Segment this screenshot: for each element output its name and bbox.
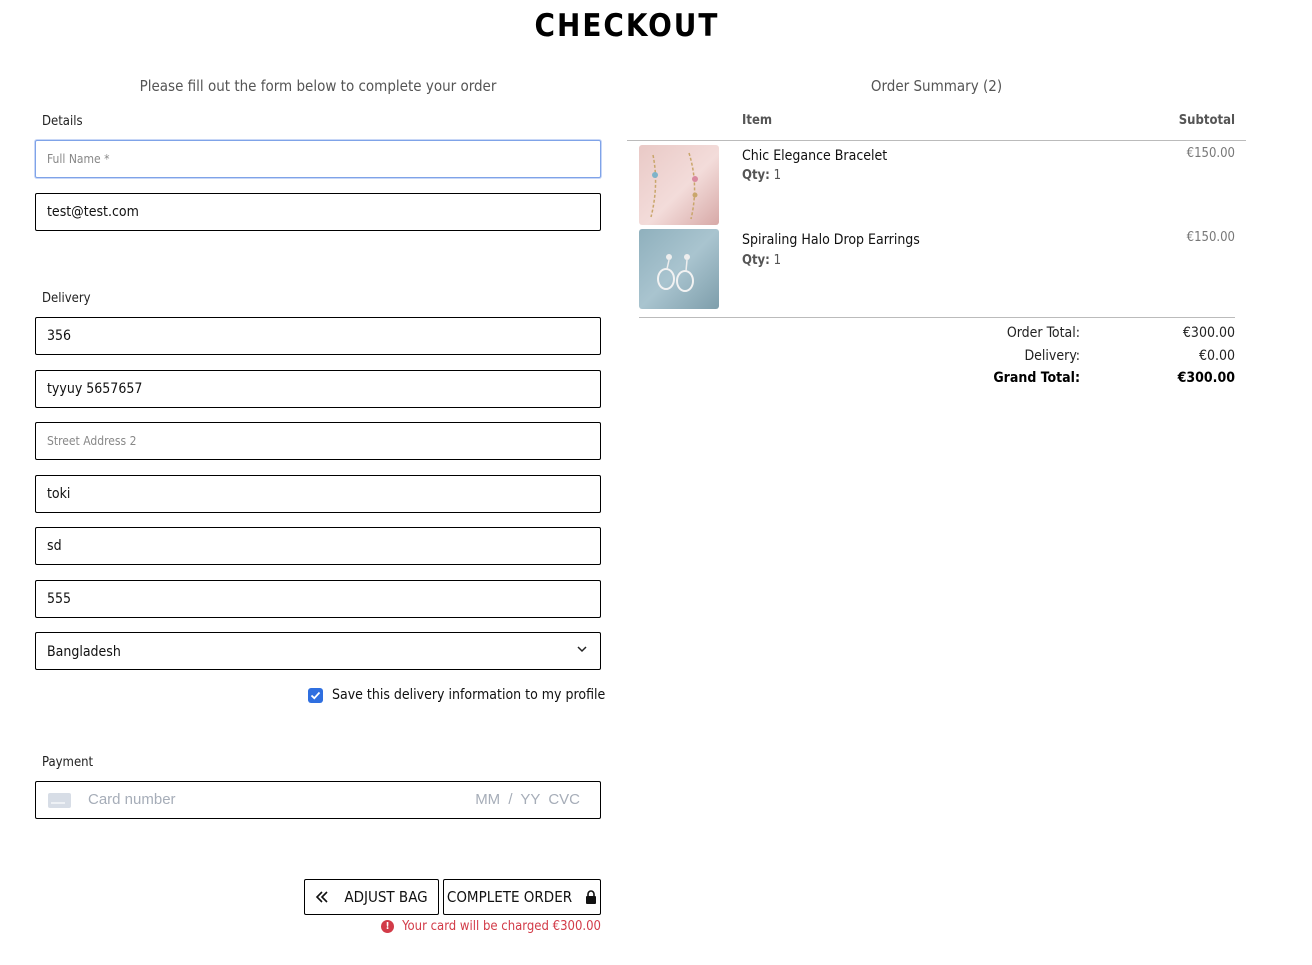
subtotal-column-header: Subtotal	[1178, 113, 1235, 128]
item-name: Spiraling Halo Drop Earrings	[742, 232, 920, 248]
chevron-down-icon	[577, 646, 587, 653]
full-name-input[interactable]	[35, 140, 601, 178]
card-input[interactable]: Card number MM / YY CVC	[35, 781, 601, 819]
card-number-placeholder: Card number	[88, 791, 176, 808]
complete-order-button[interactable]: COMPLETE ORDER	[443, 879, 601, 915]
order-total-value: €300.00	[1182, 325, 1235, 341]
country-select-value: Bangladesh	[47, 644, 121, 660]
double-chevron-left-icon	[316, 891, 328, 903]
payment-label: Payment	[42, 755, 94, 770]
street-address-1-input[interactable]	[35, 370, 601, 408]
order-summary-title: Order Summary (2)	[870, 77, 1003, 95]
grand-total-value: €300.00	[1177, 370, 1235, 386]
credit-card-icon	[48, 793, 71, 808]
item-qty: Qty: 1	[742, 253, 781, 268]
summary-header-divider	[627, 140, 1246, 141]
email-input[interactable]	[35, 193, 601, 231]
exclamation-circle-icon: !	[381, 920, 395, 933]
adjust-bag-label: ADJUST BAG	[344, 888, 428, 906]
item-subtotal: €150.00	[1186, 146, 1235, 161]
lock-icon	[586, 890, 597, 904]
save-info-checkbox[interactable]	[308, 687, 323, 703]
delivery-cost-label: Delivery:	[1024, 348, 1080, 364]
complete-order-label: COMPLETE ORDER	[446, 888, 573, 906]
order-total-label: Order Total:	[1006, 325, 1080, 341]
grand-total-label: Grand Total:	[993, 370, 1080, 386]
item-qty-value: 1	[773, 168, 782, 183]
item-name: Chic Elegance Bracelet	[742, 148, 888, 164]
save-info-label: Save this delivery information to my pro…	[332, 687, 606, 703]
item-qty-label: Qty:	[742, 168, 770, 183]
item-qty: Qty: 1	[742, 168, 781, 183]
country-select[interactable]: Bangladesh	[35, 632, 601, 670]
item-qty-label: Qty:	[742, 253, 770, 268]
item-subtotal: €150.00	[1186, 230, 1235, 245]
adjust-bag-button[interactable]: ADJUST BAG	[304, 879, 439, 915]
item-column-header: Item	[742, 113, 773, 128]
delivery-cost-value: €0.00	[1198, 348, 1235, 364]
town-input[interactable]	[35, 475, 601, 513]
item-qty-value: 1	[773, 253, 782, 268]
check-icon	[310, 691, 321, 699]
bracelet-image	[639, 145, 719, 225]
summary-totals-divider	[639, 317, 1235, 318]
phone-input[interactable]	[35, 317, 601, 355]
county-input[interactable]	[35, 527, 601, 565]
delivery-label: Delivery	[42, 291, 91, 306]
details-label: Details	[42, 114, 83, 129]
earrings-image	[639, 229, 719, 309]
postcode-input[interactable]	[35, 580, 601, 618]
card-expiry-cvc-placeholder: MM / YY CVC	[475, 791, 580, 808]
page-title: CHECKOUT	[534, 8, 720, 44]
save-info-row[interactable]: Save this delivery information to my pro…	[308, 687, 605, 703]
form-subtitle: Please fill out the form below to comple…	[139, 77, 497, 95]
street-address-2-input[interactable]	[35, 422, 601, 460]
charge-notice: ! Your card will be charged €300.00	[381, 919, 601, 934]
charge-notice-text: Your card will be charged €300.00	[402, 919, 601, 934]
